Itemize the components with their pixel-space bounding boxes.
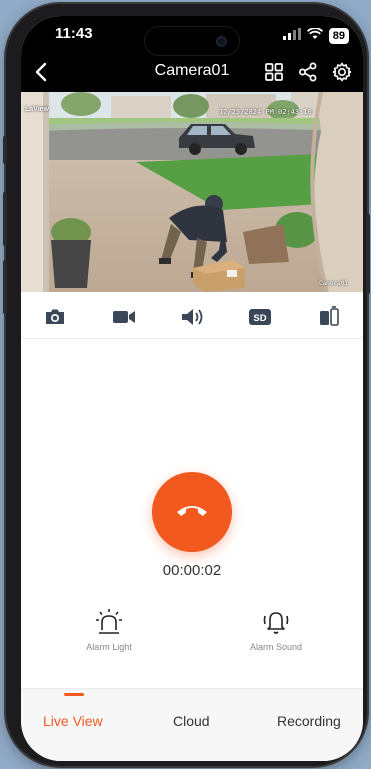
grid-icon[interactable] [263, 61, 285, 83]
tab-cloud[interactable]: Cloud [173, 713, 210, 729]
action-button [3, 136, 7, 164]
camera-icon[interactable] [43, 306, 67, 328]
share-icon[interactable] [297, 61, 319, 83]
video-logo-text: LaView [25, 106, 49, 113]
dynamic-island [144, 26, 240, 56]
speaker-icon[interactable] [180, 306, 204, 328]
hang-up-button[interactable] [152, 472, 232, 552]
bottom-tab-bar: Live View Cloud Recording [21, 688, 363, 761]
live-video-feed[interactable]: LaView 12/25/2024 PM 02:43:10 Camera01 [21, 92, 363, 292]
alarm-sound-label: Alarm Sound [249, 642, 303, 652]
signal-icon [282, 27, 301, 45]
tab-recording[interactable]: Recording [277, 713, 341, 729]
volume-down-button [3, 260, 7, 314]
status-indicators: 89 [282, 27, 349, 45]
app-screen: 11:43 89 Camera01 LaView 12/25/2024 PM 0… [21, 16, 363, 761]
gear-icon[interactable] [331, 61, 353, 83]
alarm-light-button[interactable]: Alarm Light [54, 608, 164, 652]
call-timer: 00:00:02 [162, 562, 222, 579]
video-icon[interactable] [112, 306, 136, 328]
power-button [366, 214, 370, 294]
mirror-icon[interactable] [317, 305, 341, 328]
video-controls: SD [21, 295, 363, 339]
alarm-sound-button[interactable]: Alarm Sound [221, 608, 331, 652]
video-watermark: Camera01 [319, 280, 348, 287]
video-frame [21, 92, 363, 292]
alarm-light-label: Alarm Light [86, 642, 132, 652]
front-camera [216, 36, 227, 47]
sd-label: SD [254, 313, 267, 324]
header-actions [263, 61, 353, 83]
alarm-sound-icon [261, 608, 291, 636]
sd-icon[interactable]: SD [248, 306, 272, 328]
volume-up-button [3, 192, 7, 246]
video-timestamp: 12/25/2024 PM 02:43:10 [219, 108, 312, 116]
battery-indicator: 89 [328, 28, 349, 44]
alarm-light-icon [94, 608, 124, 636]
wifi-icon [306, 27, 323, 45]
tab-live-view[interactable]: Live View [43, 713, 103, 729]
hang-up-icon [174, 500, 210, 525]
status-time: 11:43 [55, 25, 93, 42]
active-tab-indicator [64, 693, 84, 696]
